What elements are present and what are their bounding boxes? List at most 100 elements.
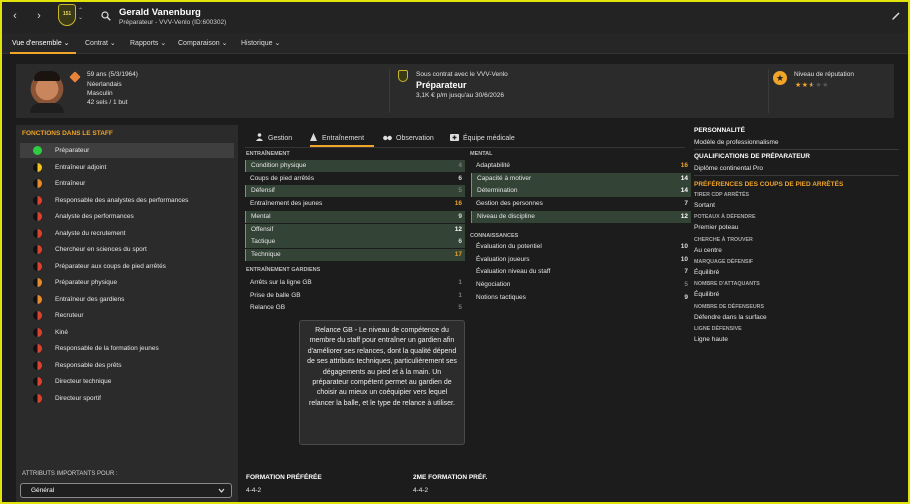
staff-role-item[interactable]: Directeur sportif	[20, 391, 234, 406]
role-suitability-icon	[33, 179, 42, 188]
attribute-row[interactable]: Évaluation du potentiel 10	[471, 241, 691, 253]
attribute-row[interactable]: Relance GB 5	[245, 302, 465, 314]
attribute-value: 14	[680, 174, 688, 182]
role-suitability-icon	[33, 212, 42, 221]
staff-role-item[interactable]: Responsable des prêts	[20, 358, 234, 373]
preferred-formation-label: FORMATION PRÉFÉRÉE	[246, 474, 322, 481]
tab-medical[interactable]: Équipe médicale	[450, 133, 515, 151]
role-suitability-icon	[33, 393, 42, 403]
role-suitability-icon	[33, 278, 42, 287]
attribute-row[interactable]: Tactique 6	[245, 236, 465, 249]
attribute-row[interactable]: Évaluation niveau du staff 7	[471, 266, 691, 278]
club-badge-icon[interactable]: 151	[58, 4, 76, 26]
staff-role-item[interactable]: Entraîneur des gardiens	[20, 292, 234, 307]
setpiece-preferences-title: PRÉFÉRENCES DES COUPS DE PIED ARRÊTÉS	[694, 181, 844, 188]
attribute-value: 9	[458, 212, 462, 220]
setpiece-pref-value: Équilibré	[694, 268, 720, 276]
attribute-row[interactable]: Capacité à motiver 14	[471, 172, 691, 185]
role-suitability-icon	[33, 360, 42, 370]
attribute-row[interactable]: Entraînement des jeunes 16	[245, 198, 465, 210]
attribute-value: 16	[680, 162, 688, 169]
menu-comparison[interactable]: Comparaison ⌄	[178, 39, 227, 47]
attribute-row[interactable]: Coups de pied arrêtés 6	[245, 173, 465, 185]
attribute-value: 12	[680, 212, 688, 220]
role-suitability-icon	[33, 228, 42, 238]
staff-role-label: Responsable des prêts	[55, 361, 122, 369]
role-suitability-icon	[33, 146, 42, 155]
staff-role-item[interactable]: Entraîneur adjoint	[20, 160, 234, 175]
tab-training[interactable]: Entraînement	[309, 133, 364, 151]
club-crest-icon	[398, 70, 408, 82]
setpiece-pref-label: POTEAUX À DÉFENDRE	[694, 214, 756, 221]
staff-role-item[interactable]: Kiné	[20, 325, 234, 340]
search-icon[interactable]	[101, 11, 111, 21]
staff-role-item[interactable]: Préparateur aux coups de pied arrêtés	[20, 259, 234, 274]
attribute-value: 10	[680, 255, 688, 263]
gk-training-section-title: ENTRAÎNEMENT GARDIENS	[246, 267, 321, 273]
back-arrow-icon[interactable]: ‹	[9, 10, 21, 22]
personality-title: PERSONNALITÉ	[694, 127, 745, 134]
attribute-row[interactable]: Offensif 12	[245, 223, 465, 236]
attribute-row[interactable]: Technique 17	[245, 248, 465, 261]
preferred-formation-value: 4-4-2	[246, 487, 262, 494]
attribute-value: 12	[454, 225, 462, 233]
attribute-name: Entraînement des jeunes	[250, 200, 323, 208]
divider	[694, 175, 899, 176]
important-attributes-dropdown[interactable]: Général	[20, 483, 232, 498]
staff-role-item[interactable]: Analyste des performances	[20, 209, 234, 224]
tab-management[interactable]: Gestion	[255, 133, 292, 151]
menu-overview[interactable]: Vue d'ensemble ⌄	[12, 39, 70, 47]
staff-role-item[interactable]: Analyste du recrutement	[20, 226, 234, 241]
attribute-row[interactable]: Détermination 14	[471, 185, 691, 198]
attribute-name: Coups de pied arrêtés	[250, 174, 314, 182]
attribute-name: Capacité à motiver	[477, 174, 532, 182]
salary-text: 3,1K € p/m jusqu'au 30/6/2026	[416, 92, 504, 99]
medical-kit-icon	[450, 134, 459, 141]
attribute-row[interactable]: Défensif 5	[245, 185, 465, 198]
attribute-tooltip: Relance GB - Le niveau de compétence du …	[299, 320, 465, 445]
staff-role-item[interactable]: Responsable de la formation jeunes	[20, 341, 234, 356]
staff-role-item[interactable]: Préparateur physique	[20, 275, 234, 290]
staff-role-item[interactable]: Chercheur en sciences du sport	[20, 242, 234, 257]
attribute-row[interactable]: Gestion des personnes 7	[471, 198, 691, 210]
top-bar: ‹ › 151 ⌃ ⌄ Gerald Vanenburg Préparateur …	[2, 2, 908, 33]
attribute-row[interactable]: Condition physique 4	[245, 160, 465, 172]
nationality-flag-icon	[69, 71, 81, 83]
menu-reports[interactable]: Rapports ⌄	[130, 39, 166, 47]
attribute-row[interactable]: Arrêts sur la ligne GB 1	[245, 277, 465, 289]
attribute-row[interactable]: Mental 9	[245, 210, 465, 223]
staff-name: Gerald Vanenburg	[119, 7, 201, 18]
attribute-row[interactable]: Adaptabilité 16	[471, 160, 691, 172]
club-switch-arrows-icon[interactable]: ⌃ ⌄	[78, 8, 86, 22]
menu-contract[interactable]: Contrat ⌄	[85, 39, 116, 47]
menu-history[interactable]: Historique ⌄	[241, 39, 280, 47]
setpiece-pref-label: TIRER CDP ARRÊTÉS	[694, 192, 750, 198]
staff-role-item[interactable]: Directeur technique	[20, 374, 234, 389]
attribute-row[interactable]: Évaluation joueurs 10	[471, 254, 691, 266]
attribute-row[interactable]: Négociation 5	[471, 279, 691, 291]
staff-role-label: Analyste du recrutement	[55, 229, 126, 237]
forward-arrow-icon[interactable]: ›	[33, 10, 45, 22]
tab-observation[interactable]: Observation	[383, 133, 434, 151]
staff-role-item[interactable]: Responsable des analystes des performanc…	[20, 193, 234, 208]
attribute-row[interactable]: Notions tactiques 9	[471, 292, 691, 304]
staff-role-label: Recruteur	[55, 312, 84, 319]
staff-role-label: Préparateur physique	[55, 279, 118, 286]
attribute-name: Évaluation joueurs	[476, 255, 530, 263]
edit-icon[interactable]	[891, 11, 901, 21]
setpiece-pref-label: NOMBRE DE DÉFENSEURS	[694, 303, 765, 310]
role-suitability-icon	[33, 195, 42, 205]
role-title: Préparateur	[416, 80, 467, 90]
attribute-name: Offensif	[251, 225, 274, 233]
attribute-row[interactable]: Prise de balle GB 1	[245, 290, 465, 302]
staff-role-item[interactable]: Préparateur	[20, 143, 234, 158]
header-divider	[389, 69, 390, 113]
app-frame: ‹ › 151 ⌃ ⌄ Gerald Vanenburg Préparateur …	[0, 0, 910, 504]
staff-role-label: Entraîneur adjoint	[55, 163, 107, 171]
staff-role-label: Kiné	[55, 328, 69, 336]
staff-role-item[interactable]: Entraîneur	[20, 176, 234, 191]
attribute-row[interactable]: Niveau de discipline 12	[471, 210, 691, 223]
staff-role-item[interactable]: Recruteur	[20, 308, 234, 323]
training-cone-icon	[310, 133, 317, 141]
dropdown-value: Général	[31, 487, 55, 494]
